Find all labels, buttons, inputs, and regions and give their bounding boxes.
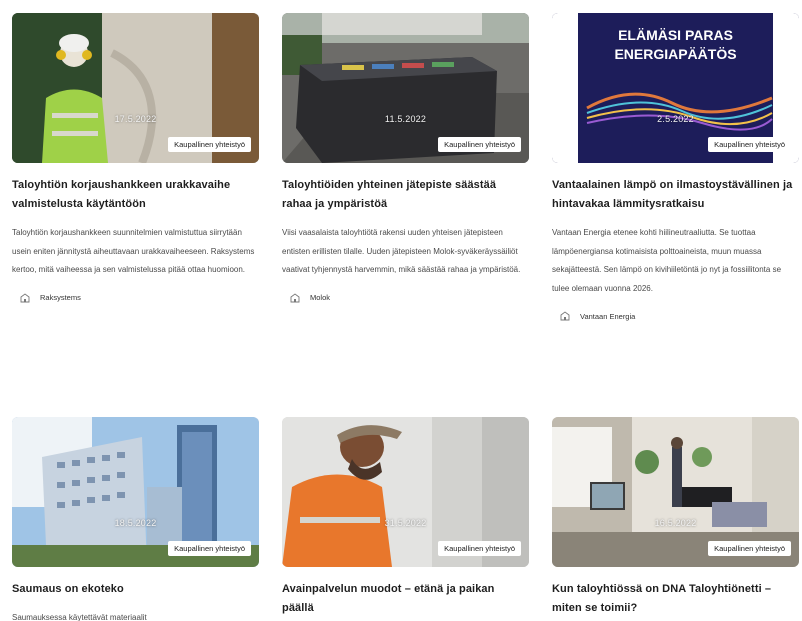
article-card[interactable]: ELÄMÄSI PARAS ENERGIAPÄÄTÖS 2.5.2022 Kau… [552, 13, 799, 321]
article-image[interactable]: ELÄMÄSI PARAS ENERGIAPÄÄTÖS 2.5.2022 Kau… [552, 13, 799, 163]
article-image[interactable]: 11.5.2022 Kaupallinen yhteistyö [282, 13, 529, 163]
sponsored-badge: Kaupallinen yhteistyö [708, 137, 791, 152]
article-author[interactable]: Vantaan Energia [552, 311, 799, 321]
author-name: Vantaan Energia [580, 311, 636, 321]
sponsored-badge: Kaupallinen yhteistyö [168, 137, 251, 152]
article-date: 16.5.2022 [654, 518, 697, 528]
article-image[interactable]: 17.5.2022 Kaupallinen yhteistyö [12, 13, 259, 163]
article-excerpt: Saumauksessa käytettävät materiaalit [12, 613, 147, 621]
article-title[interactable]: Avainpalvelun muodot – etänä ja paikan p… [282, 580, 529, 618]
article-card[interactable]: 18.5.2022 Kaupallinen yhteistyö Saumaus … [12, 417, 259, 621]
building-icon [20, 292, 30, 302]
article-date: 2.5.2022 [657, 114, 694, 124]
article-title[interactable]: Taloyhtiön korjaushankkeen urakkavaihe v… [12, 176, 259, 214]
sponsored-badge: Kaupallinen yhteistyö [438, 541, 521, 556]
article-author[interactable]: Molok [282, 292, 529, 303]
article-date: 18.5.2022 [114, 518, 157, 528]
article-image[interactable]: 16.5.2022 Kaupallinen yhteistyö [552, 417, 799, 567]
building-icon [290, 292, 300, 302]
article-author[interactable]: Raksystems [12, 292, 259, 303]
ad-headline-line-1: ELÄMÄSI PARAS [618, 27, 733, 43]
building-icon [560, 311, 570, 321]
article-date: 17.5.2022 [114, 114, 157, 124]
article-date: 31.5.2022 [384, 518, 427, 528]
article-card[interactable]: 17.5.2022 Kaupallinen yhteistyö Taloyhti… [12, 13, 259, 303]
article-title[interactable]: Taloyhtiöiden yhteinen jätepiste säästää… [282, 176, 529, 214]
author-name: Molok [310, 293, 331, 302]
article-excerpt: Taloyhtiön korjaushankkeen suunnitelmien… [12, 228, 255, 274]
ad-headline-line-2: ENERGIAPÄÄTÖS [614, 46, 737, 62]
article-card[interactable]: 16.5.2022 Kaupallinen yhteistyö Kun talo… [552, 417, 799, 618]
author-name: Raksystems [40, 293, 81, 302]
article-title[interactable]: Kun taloyhtiössä on DNA Taloyhtiönetti –… [552, 580, 799, 618]
article-image[interactable]: 18.5.2022 Kaupallinen yhteistyö [12, 417, 259, 567]
article-title[interactable]: Vantaalainen lämpö on ilmastoystävälline… [552, 176, 799, 214]
article-card[interactable]: 11.5.2022 Kaupallinen yhteistyö Taloyhti… [282, 13, 529, 303]
sponsored-badge: Kaupallinen yhteistyö [438, 137, 521, 152]
article-image[interactable]: 31.5.2022 Kaupallinen yhteistyö [282, 417, 529, 567]
article-card[interactable]: 31.5.2022 Kaupallinen yhteistyö Avainpal… [282, 417, 529, 618]
sponsored-badge: Kaupallinen yhteistyö [708, 541, 791, 556]
article-excerpt: Vantaan Energia etenee kohti hiilineutra… [552, 228, 782, 293]
article-title[interactable]: Saumaus on ekoteko [12, 580, 259, 599]
article-excerpt: Viisi vaasalaista taloyhtiötä rakensi uu… [282, 228, 521, 274]
article-date: 11.5.2022 [384, 114, 427, 124]
sponsored-badge: Kaupallinen yhteistyö [168, 541, 251, 556]
